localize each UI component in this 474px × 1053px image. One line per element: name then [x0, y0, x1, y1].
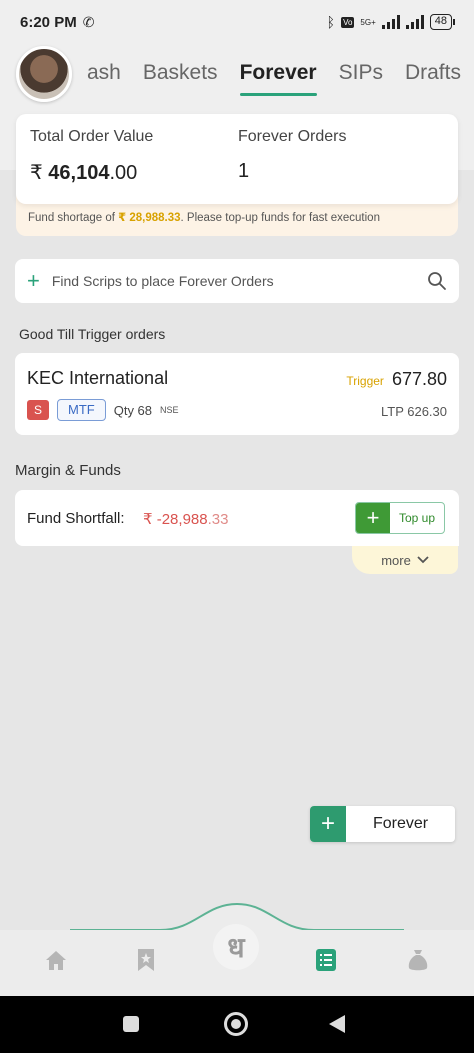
- total-order-value-label: Total Order Value: [30, 128, 154, 145]
- tab-sips[interactable]: SIPs: [328, 50, 394, 96]
- tab-baskets-label: Baskets: [142, 61, 218, 84]
- forever-orders-label: Forever Orders: [238, 128, 347, 145]
- tab-cash-label: ash: [87, 61, 121, 84]
- new-forever-order-button[interactable]: + Forever: [310, 806, 455, 842]
- gtt-section-title: Good Till Trigger orders: [19, 326, 166, 342]
- forever-orders-value: 1: [238, 160, 250, 182]
- back-icon[interactable]: [328, 1014, 346, 1034]
- battery-level: 48: [434, 15, 447, 27]
- plus-icon: +: [356, 503, 390, 533]
- exchange-label: NSE: [160, 405, 179, 415]
- tab-sips-label: SIPs: [338, 61, 383, 84]
- tab-forever-label: Forever: [239, 61, 317, 84]
- recents-icon[interactable]: [123, 1016, 139, 1032]
- search-placeholder: Find Scrips to place Forever Orders: [51, 273, 274, 289]
- funds-icon[interactable]: [404, 946, 432, 974]
- order-qty: Qty 68: [113, 402, 153, 418]
- top-up-label: Top up: [398, 511, 436, 525]
- tab-drafts[interactable]: Drafts: [394, 50, 472, 96]
- forever-orders-count: Forever Orders 1: [238, 128, 346, 183]
- shortage-prefix: Fund shortage of: [28, 212, 119, 224]
- order-meta: S MTF Qty 68 NSE: [27, 399, 179, 421]
- orders-icon[interactable]: [312, 946, 340, 974]
- signal-icon: [381, 15, 400, 29]
- plus-icon: +: [310, 806, 346, 842]
- ltp-value: LTP 626.30: [380, 404, 447, 419]
- home-system-icon[interactable]: [224, 1012, 248, 1036]
- search-icon[interactable]: [427, 271, 447, 291]
- scrip-search-box[interactable]: + Find Scrips to place Forever Orders: [15, 259, 459, 303]
- home-icon[interactable]: [42, 946, 70, 974]
- shortage-suffix: . Please top-up funds for fast execution: [180, 212, 380, 224]
- total-order-value: Total Order Value ₹ 46,104.00: [30, 128, 153, 185]
- more-label: more: [381, 552, 411, 568]
- product-badge: MTF: [57, 399, 106, 421]
- watchlist-icon[interactable]: [132, 946, 160, 974]
- status-bar: 6:20 PM ✆ ᛒ Vo 5G+ 48: [0, 0, 474, 44]
- chevron-down-icon: [417, 556, 429, 564]
- volte-icon: Vo: [341, 16, 355, 28]
- system-nav-bar: [0, 996, 474, 1053]
- order-tabs: ash Baskets Forever SIPs Drafts: [76, 48, 472, 98]
- total-order-value-decimal: .00: [109, 162, 138, 184]
- sell-badge: S: [27, 400, 49, 420]
- margin-funds-card: Fund Shortfall: ₹ -28,988.33 + Top up: [15, 490, 459, 546]
- avatar[interactable]: [16, 46, 72, 102]
- order-scrip-name: KEC International: [27, 368, 169, 388]
- trigger-value: 677.80: [391, 369, 447, 389]
- order-summary-card: Total Order Value ₹ 46,104.00 Forever Or…: [16, 114, 458, 204]
- tab-cash[interactable]: ash: [76, 50, 132, 96]
- trigger-label: Trigger: [346, 374, 384, 388]
- top-up-button[interactable]: + Top up: [355, 502, 445, 534]
- signal-2-icon: [405, 15, 424, 29]
- more-toggle[interactable]: more: [352, 546, 458, 574]
- tab-baskets[interactable]: Baskets: [132, 50, 229, 96]
- network-type: 5G+: [360, 17, 376, 27]
- trigger-price: Trigger 677.80: [346, 369, 447, 390]
- status-time: 6:20 PM: [20, 13, 77, 31]
- bluetooth-icon: ᛒ: [326, 14, 336, 30]
- rupee-symbol: ₹: [143, 511, 153, 528]
- total-order-value-amount: ₹ 46,104.00: [30, 160, 153, 185]
- app-logo-char: ध: [227, 932, 245, 963]
- tab-forever[interactable]: Forever: [229, 50, 328, 96]
- fund-shortfall-label: Fund Shortfall:: [27, 510, 125, 527]
- app-logo-button[interactable]: ध: [213, 924, 259, 970]
- fund-shortfall-value: ₹ -28,988.33: [143, 510, 228, 528]
- shortage-amount: ₹ 28,988.33: [118, 212, 181, 224]
- gtt-order-card[interactable]: KEC International Trigger 677.80 S MTF Q…: [15, 353, 459, 435]
- call-forward-icon: ✆: [82, 13, 95, 30]
- total-order-value-main: 46,104: [48, 162, 110, 184]
- fund-shortfall-decimal: .33: [207, 511, 229, 528]
- fund-shortfall-main: -28,988: [156, 511, 208, 528]
- forever-button-label: Forever: [372, 815, 429, 832]
- plus-icon: +: [27, 268, 40, 293]
- battery-icon: 48: [429, 14, 456, 30]
- margin-section-title: Margin & Funds: [15, 462, 121, 479]
- tab-drafts-label: Drafts: [404, 61, 461, 84]
- rupee-symbol: ₹: [30, 162, 43, 184]
